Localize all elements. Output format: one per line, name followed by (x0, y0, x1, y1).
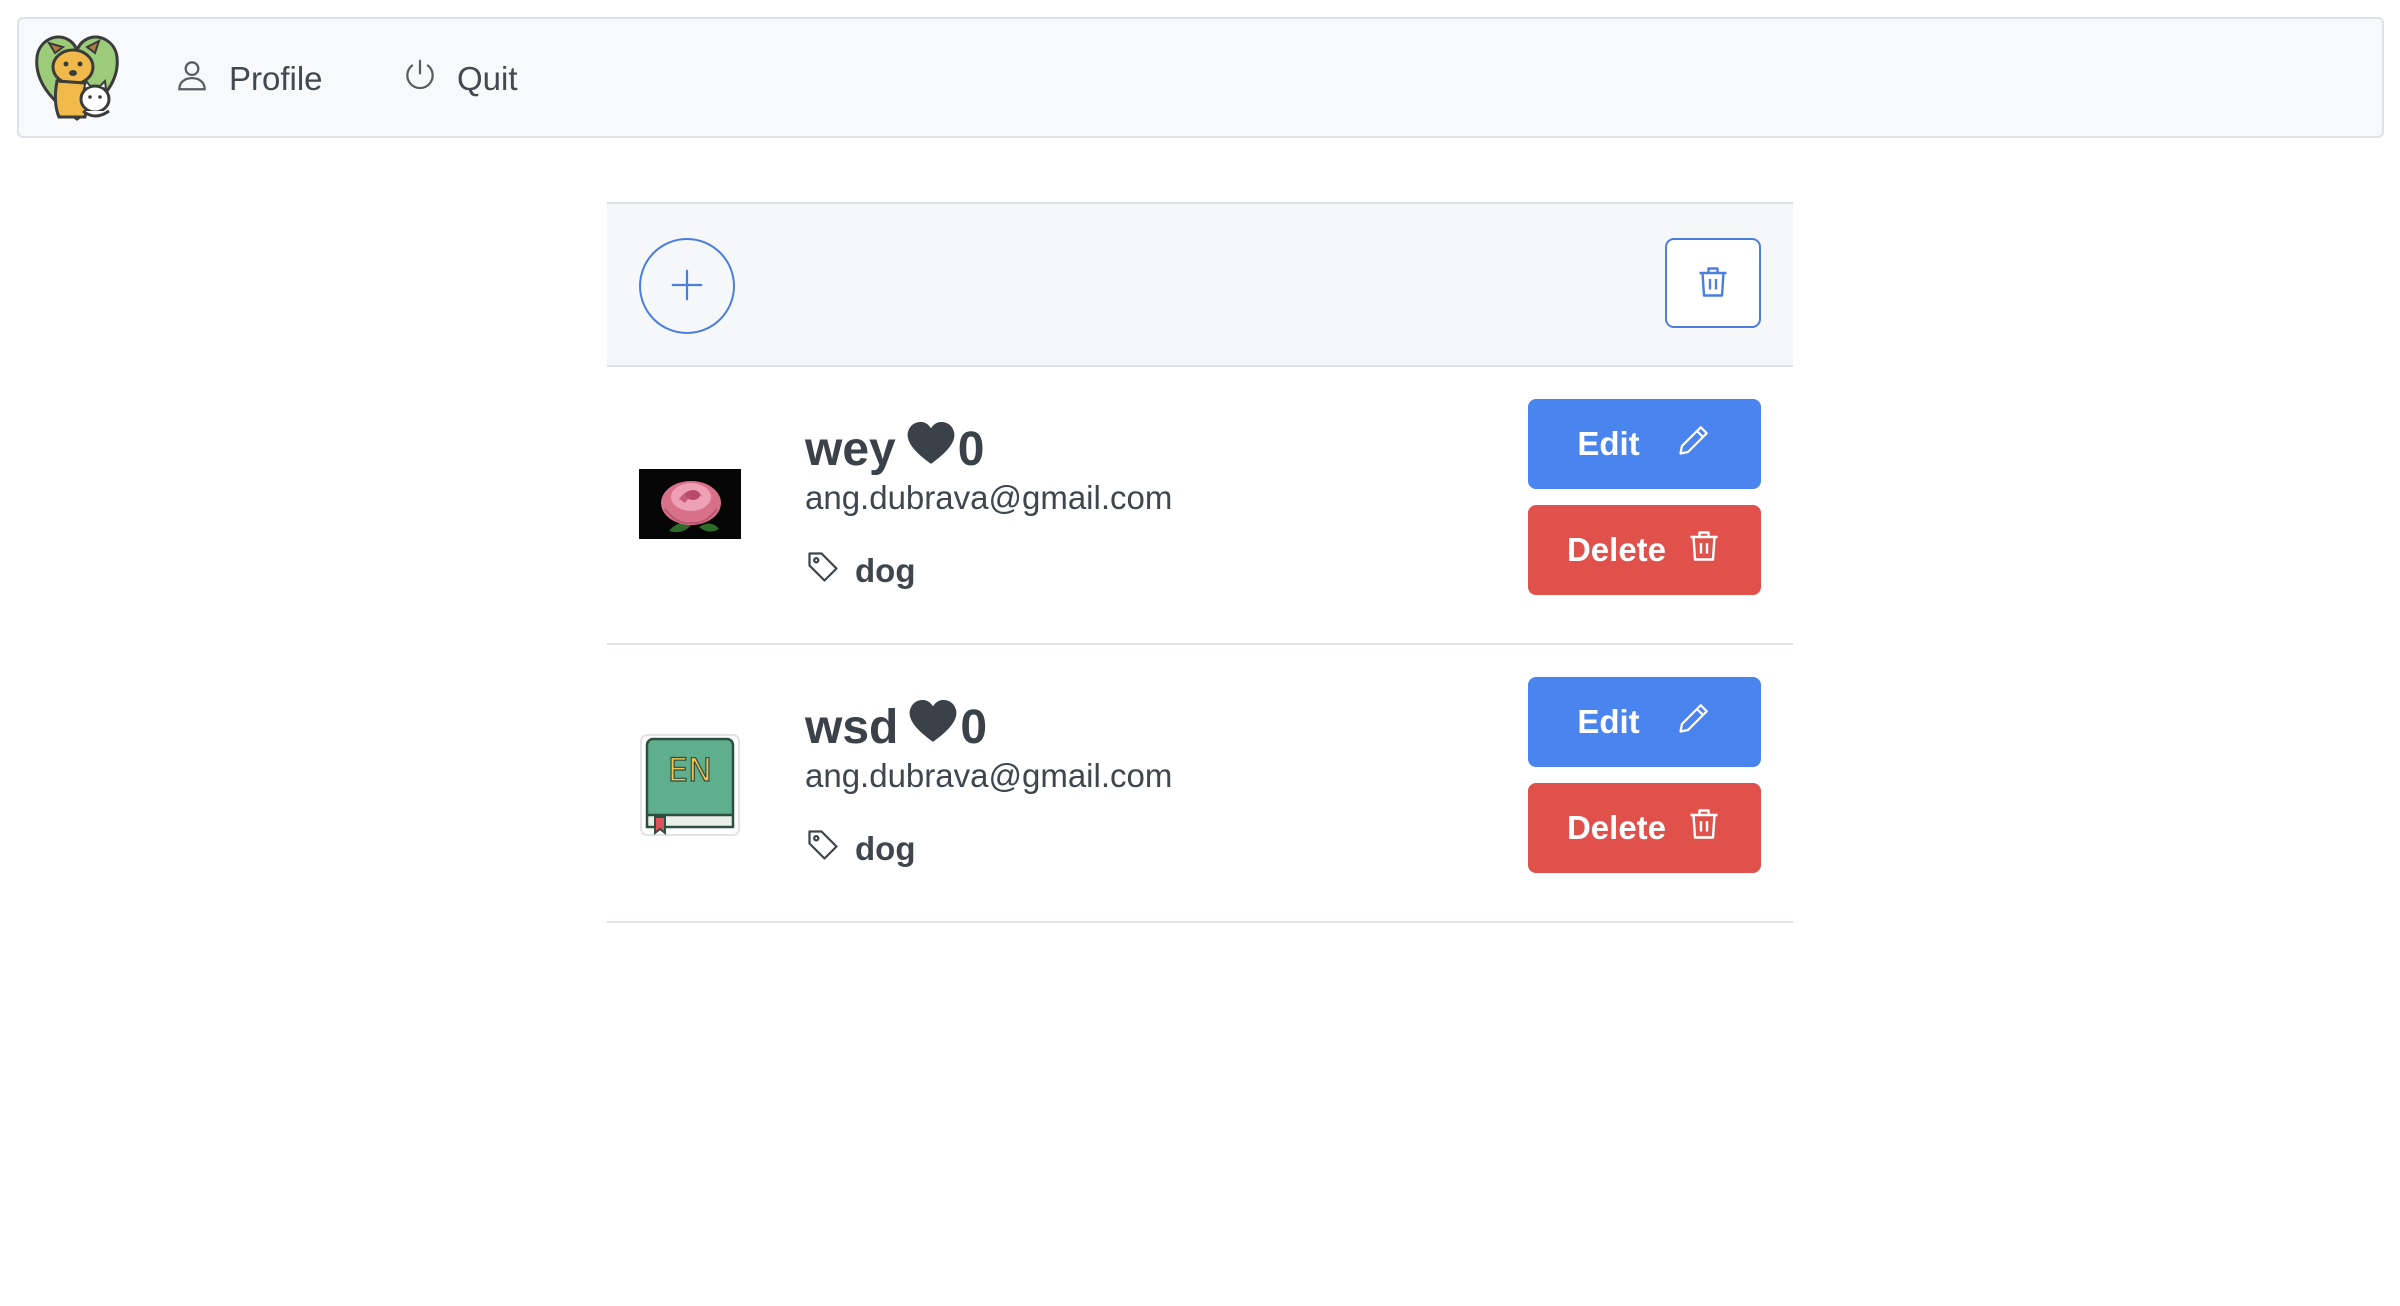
rose-photo (639, 469, 741, 539)
edit-button[interactable]: Edit (1528, 399, 1761, 489)
pet-title: wey 0 (805, 421, 1172, 477)
list-toolbar (607, 202, 1793, 367)
pet-tag: dog (805, 827, 1172, 871)
pencil-icon (1676, 700, 1712, 744)
pet-list-panel: wey 0 ang.dubrava@gmail.com dog Edit Del… (607, 202, 1793, 923)
edit-button[interactable]: Edit (1528, 677, 1761, 767)
delete-all-button[interactable] (1665, 238, 1761, 328)
tag-label: dog (855, 830, 916, 867)
svg-text:EN: EN (668, 751, 712, 789)
trash-icon (1686, 806, 1722, 850)
heart-icon (906, 420, 956, 478)
delete-label: Delete (1566, 531, 1667, 568)
pencil-icon (1676, 422, 1712, 466)
like-count: 0 (960, 700, 988, 754)
power-icon (401, 56, 439, 102)
list-item: EN wsd 0 ang.dubrava@gmail.com dog Edit … (607, 645, 1793, 923)
add-pet-button[interactable] (639, 238, 735, 334)
pet-info: wsd 0 ang.dubrava@gmail.com dog (805, 699, 1172, 871)
pet-name: wey (805, 422, 896, 476)
tag-label: dog (855, 552, 916, 589)
delete-label: Delete (1566, 809, 1667, 846)
like-count: 0 (957, 422, 985, 476)
person-icon (173, 56, 211, 102)
pet-name: wsd (805, 700, 899, 754)
dog-and-cat-logo-icon[interactable] (33, 31, 121, 123)
edit-label: Edit (1577, 703, 1640, 740)
nav-quit-link[interactable]: Quit (401, 55, 518, 103)
like-counter[interactable]: 0 (908, 698, 987, 756)
list-item: wey 0 ang.dubrava@gmail.com dog Edit Del… (607, 367, 1793, 645)
like-counter[interactable]: 0 (906, 420, 985, 478)
plus-icon (668, 266, 706, 307)
owner-email: ang.dubrava@gmail.com (805, 479, 1173, 516)
heart-icon (908, 698, 958, 756)
nav-profile-link[interactable]: Profile (173, 55, 323, 103)
tag-icon (805, 827, 841, 871)
pet-title: wsd 0 (805, 699, 1172, 755)
en-book-icon: EN (639, 733, 741, 838)
delete-button[interactable]: Delete (1528, 783, 1761, 873)
tag-icon (805, 549, 841, 593)
owner-email: ang.dubrava@gmail.com (805, 757, 1173, 794)
edit-label: Edit (1577, 425, 1640, 462)
top-navbar: Profile Quit (17, 17, 2384, 138)
trash-icon (1695, 264, 1731, 303)
pet-tag: dog (805, 549, 1172, 593)
nav-profile-label: Profile (229, 60, 323, 97)
pet-info: wey 0 ang.dubrava@gmail.com dog (805, 421, 1172, 593)
trash-icon (1686, 528, 1722, 572)
delete-button[interactable]: Delete (1528, 505, 1761, 595)
nav-quit-label: Quit (457, 60, 518, 97)
